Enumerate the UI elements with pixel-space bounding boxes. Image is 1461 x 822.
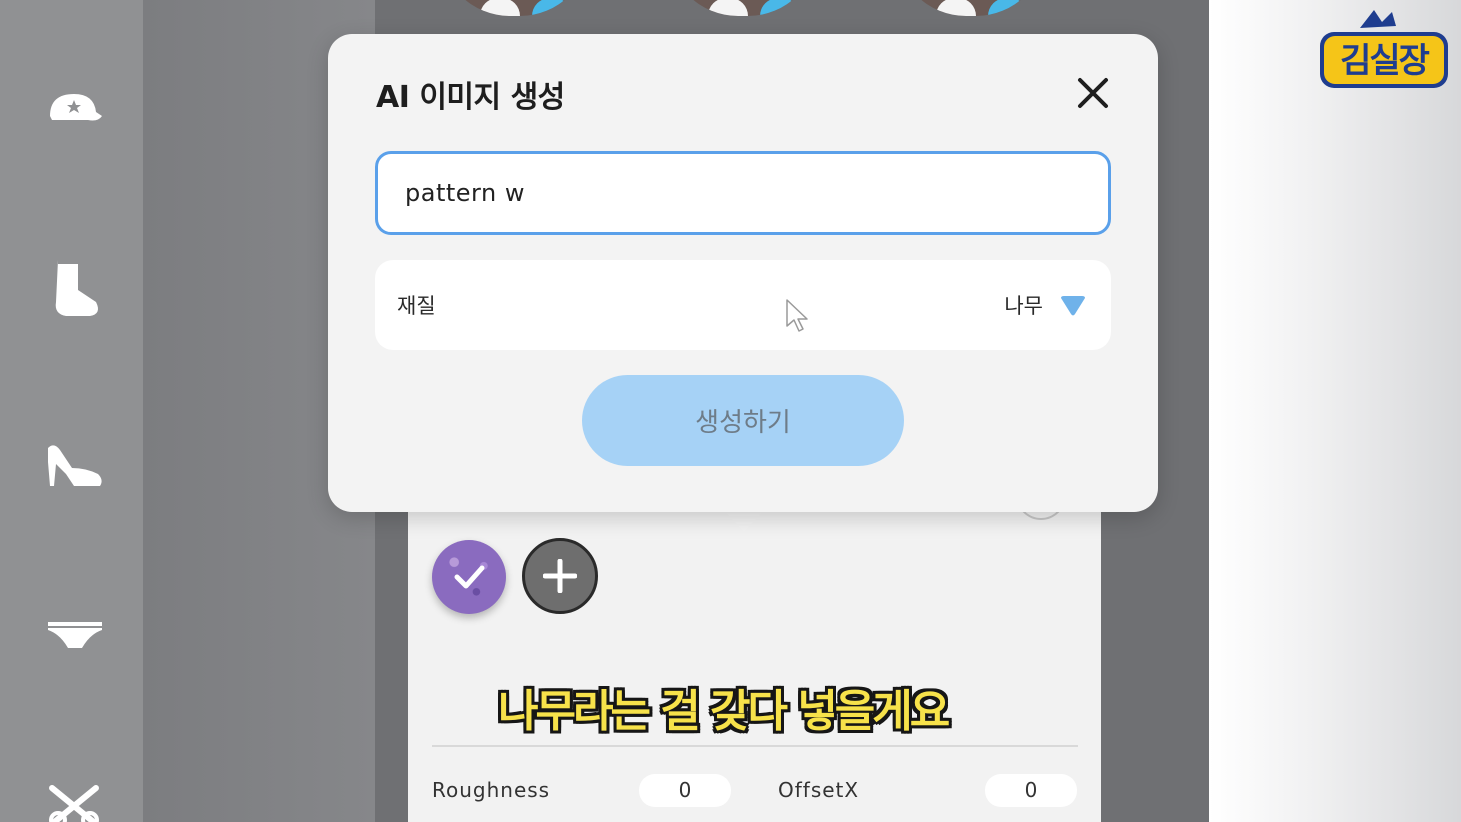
close-button[interactable] — [1072, 72, 1114, 114]
preset-avatar[interactable] — [896, 0, 1046, 16]
chevron-down-icon — [1061, 296, 1085, 316]
offsetx-label: OffsetX — [778, 778, 860, 802]
underwear-icon[interactable] — [44, 608, 104, 668]
preview-area — [1209, 0, 1461, 822]
material-label: 재질 — [397, 294, 436, 318]
cap-icon[interactable] — [44, 80, 104, 140]
selected-swatch[interactable] — [432, 540, 506, 614]
roughness-label: Roughness — [432, 778, 551, 802]
panel-divider — [432, 745, 1078, 747]
generate-button[interactable]: 생성하기 — [582, 375, 904, 466]
high-heel-icon[interactable] — [44, 434, 104, 494]
prompt-input[interactable] — [375, 151, 1111, 235]
channel-logo: 김실장 — [1316, 8, 1452, 92]
ai-image-modal: AI 이미지 생성 재질 나무 생성하기 — [328, 34, 1158, 512]
material-selected-value: 나무 — [1004, 294, 1043, 318]
modal-title: AI 이미지 생성 — [376, 80, 565, 115]
offsetx-field[interactable]: 0 — [985, 774, 1077, 807]
svg-text:김실장: 김실장 — [1340, 41, 1430, 81]
plus-icon — [543, 559, 577, 593]
modal-pointer — [724, 510, 764, 532]
check-icon — [454, 565, 485, 589]
material-select[interactable]: 재질 나무 — [375, 260, 1111, 350]
video-subtitle: 나무라는 걸 갖다 넣을게요 — [498, 686, 950, 737]
close-icon — [1078, 78, 1108, 108]
roughness-field[interactable]: 0 — [639, 774, 731, 807]
sock-icon[interactable] — [44, 256, 104, 316]
mouse-cursor-icon — [786, 299, 808, 332]
preset-avatar[interactable] — [668, 0, 818, 16]
scissors-icon[interactable] — [44, 776, 104, 822]
add-swatch-button[interactable] — [522, 538, 598, 614]
preset-avatar[interactable] — [440, 0, 590, 16]
